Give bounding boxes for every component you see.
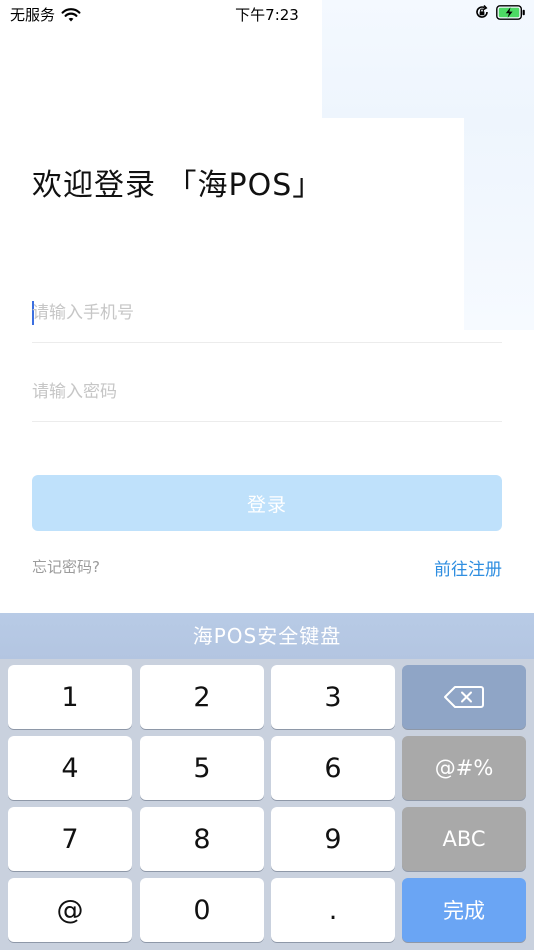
key-8[interactable]: 8 <box>140 807 264 871</box>
done-key[interactable]: 完成 <box>402 878 526 942</box>
abc-key[interactable]: ABC <box>402 807 526 871</box>
status-right <box>474 4 526 20</box>
key-3[interactable]: 3 <box>271 665 395 729</box>
symbol-key[interactable]: @#% <box>402 736 526 800</box>
key-at[interactable]: @ <box>8 878 132 942</box>
key-7[interactable]: 7 <box>8 807 132 871</box>
key-1[interactable]: 1 <box>8 665 132 729</box>
rotation-lock-icon <box>474 4 490 20</box>
page-title: 欢迎登录 「海POS」 <box>32 168 324 203</box>
phone-input[interactable] <box>32 299 502 327</box>
keyboard-keys: 1 2 3 4 5 6 @#% 7 8 9 ABC @ 0 . 完成 <box>0 659 534 950</box>
key-dot[interactable]: . <box>271 878 395 942</box>
login-button[interactable]: 登录 <box>32 475 502 531</box>
password-input[interactable] <box>32 378 502 406</box>
key-0[interactable]: 0 <box>140 878 264 942</box>
secure-keyboard: 海POS安全键盘 1 2 3 4 5 6 @#% 7 8 9 ABC @ 0 .… <box>0 613 534 950</box>
delete-key[interactable] <box>402 665 526 729</box>
login-screen: 无服务 下午7:23 欢迎登录 「海POS」 请输入手机号 登录 忘记密码? 前… <box>0 0 534 950</box>
key-9[interactable]: 9 <box>271 807 395 871</box>
key-2[interactable]: 2 <box>140 665 264 729</box>
phone-field <box>32 283 502 343</box>
status-bar: 无服务 下午7:23 <box>0 0 534 28</box>
keyboard-title: 海POS安全键盘 <box>0 613 534 659</box>
status-time: 下午7:23 <box>235 6 299 24</box>
key-5[interactable]: 5 <box>140 736 264 800</box>
battery-charging-icon <box>496 4 526 20</box>
forgot-password-link[interactable]: 忘记密码? <box>32 556 100 577</box>
password-field <box>32 362 502 422</box>
key-4[interactable]: 4 <box>8 736 132 800</box>
backspace-icon <box>444 686 484 708</box>
register-link[interactable]: 前往注册 <box>434 555 502 580</box>
key-6[interactable]: 6 <box>271 736 395 800</box>
